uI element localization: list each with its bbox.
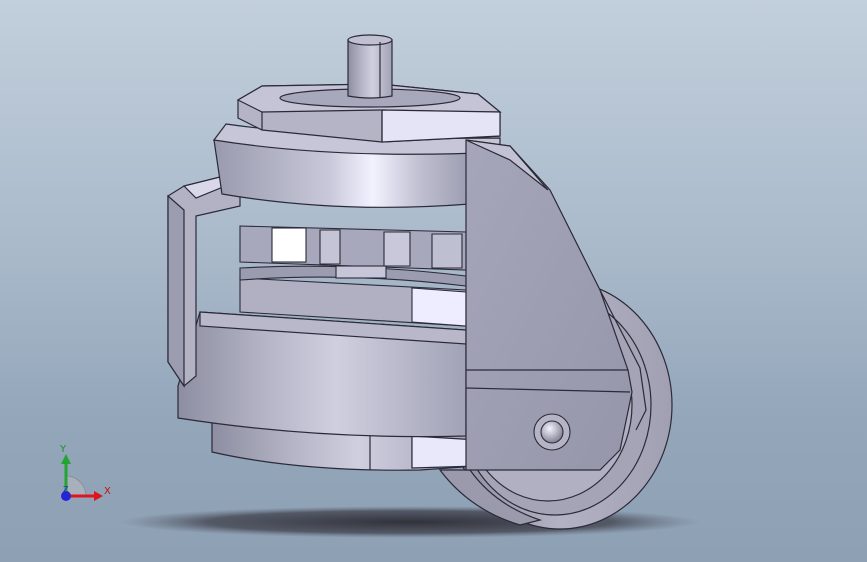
graphics-viewport[interactable]: X Y Z xyxy=(0,0,867,562)
triad-x-arrow xyxy=(94,491,103,501)
triad-x-label: X xyxy=(104,486,111,497)
caster-model[interactable] xyxy=(0,0,867,562)
threaded-stem[interactable] xyxy=(347,34,393,99)
triad-y-arrow xyxy=(61,454,71,464)
triad-y-label: Y xyxy=(60,444,67,455)
triad-z-label: Z xyxy=(63,485,69,494)
axle-bolt xyxy=(533,413,571,451)
adjustment-layers xyxy=(239,225,467,327)
coordinate-triad[interactable]: X Y Z xyxy=(48,440,120,512)
lower-housing xyxy=(177,311,467,438)
